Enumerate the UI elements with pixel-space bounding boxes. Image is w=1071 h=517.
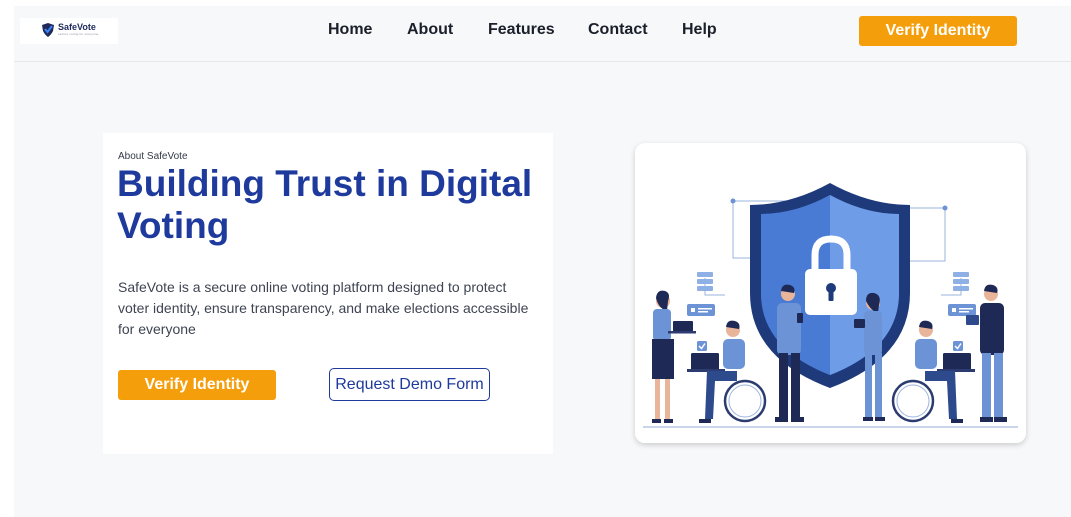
nav-verify-identity-button[interactable]: Verify Identity [859,16,1017,46]
brand-logo[interactable]: SafeVote secure voting for everyone [20,18,118,44]
nav-contact[interactable]: Contact [588,21,648,39]
brand-tagline: secure voting for everyone [58,32,99,36]
nav-help[interactable]: Help [682,21,717,39]
hero-card: About SafeVote Building Trust in Digital… [103,133,553,454]
nav-about[interactable]: About [407,21,453,39]
hero-verify-identity-button[interactable]: Verify Identity [118,370,276,400]
navbar: SafeVote secure voting for everyone Home… [14,6,1071,62]
request-demo-button[interactable]: Request Demo Form [329,368,490,401]
security-illustration-card [635,143,1026,443]
security-shield-lock-illustration [635,183,1026,443]
hero-description: SafeVote is a secure online voting platf… [118,279,529,337]
hero-eyebrow: About SafeVote [118,151,188,162]
shield-check-icon [42,23,54,37]
brand-name: SafeVote [58,22,96,32]
page: SafeVote secure voting for everyone Home… [14,6,1071,517]
nav-home[interactable]: Home [328,21,372,39]
hero-title: Building Trust in Digital Voting [117,163,533,246]
nav-features[interactable]: Features [488,21,555,39]
